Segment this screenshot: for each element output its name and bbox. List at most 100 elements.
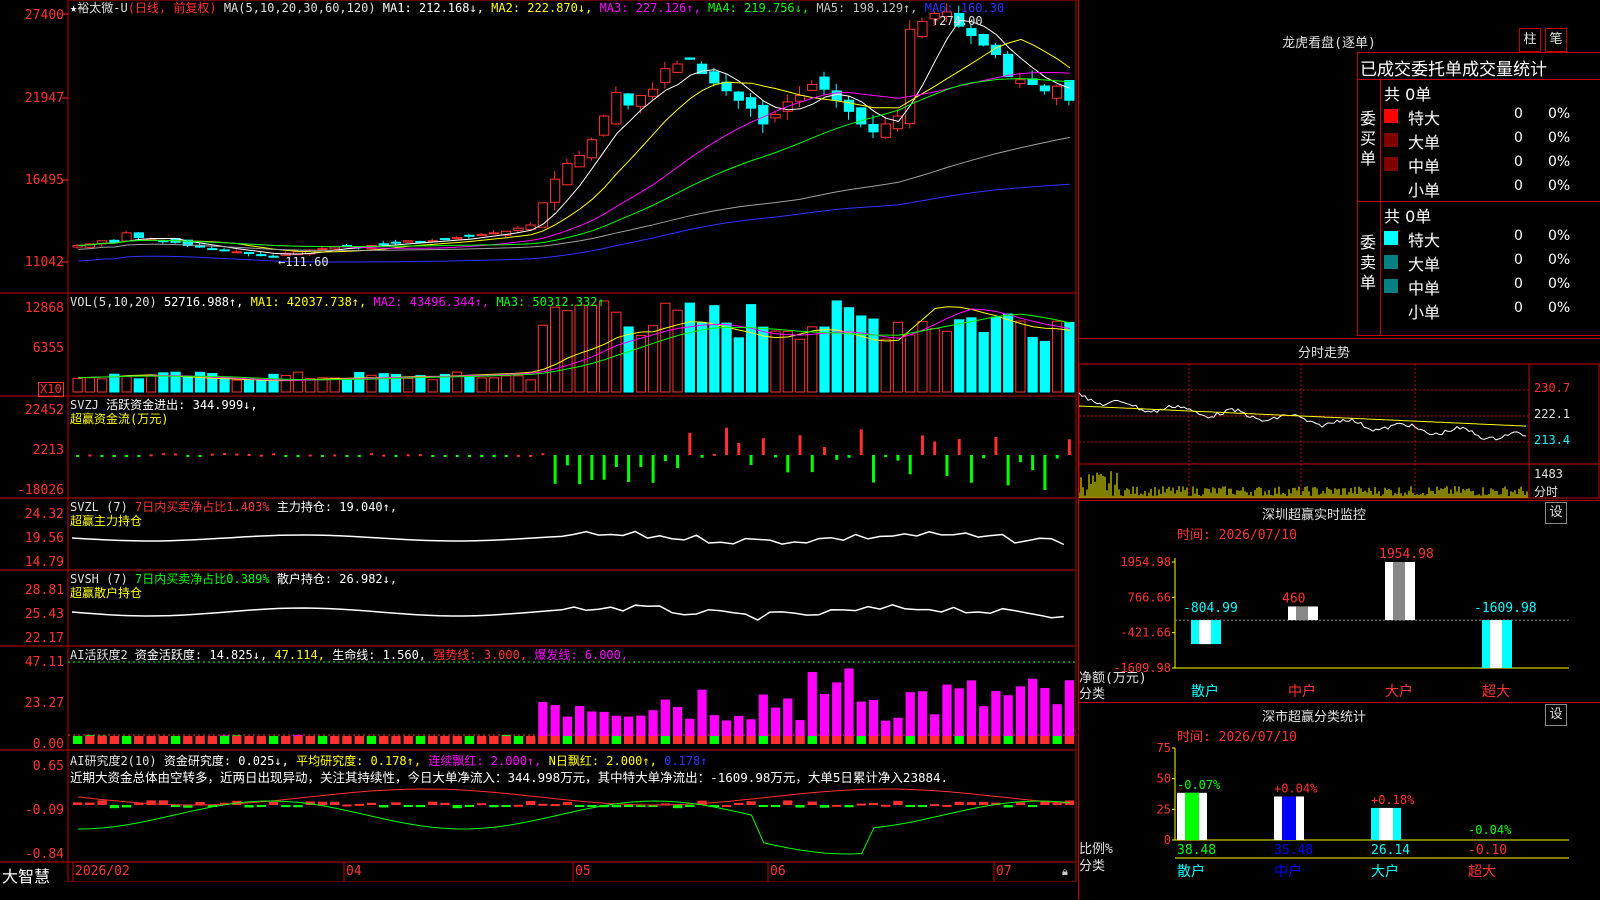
candle-body [586,139,597,159]
monitor-category: 超大 [1482,684,1510,700]
lifeline-bar [881,736,891,744]
research-bar [746,801,756,805]
fund-flow-bar [957,439,961,455]
ai-research-comment: 近期大资金总体由空转多，近两日出现异动，关注其持续性，今日大单净流入：344.9… [70,771,949,785]
volume-bar [231,379,242,393]
monitor-settings-button[interactable]: 设 [1545,502,1567,524]
fund-flow-bar [345,455,349,457]
lifeline-bar [146,736,156,744]
candle-body [770,113,781,119]
research-bar [244,805,254,808]
lock-icon[interactable]: 🔒︎ [1062,865,1068,879]
xaxis-label: 05 [575,864,591,879]
candle-body [329,246,340,250]
tab-column[interactable]: 柱 [1519,28,1541,52]
candle-body [537,202,549,228]
lifeline-bar [746,736,756,744]
research-bar [293,805,303,808]
class-pct-label: -0.10 [1468,843,1507,858]
research-bar [73,802,83,805]
fund-flow-bar [884,455,888,457]
lifeline-bar [844,736,854,744]
order-row-pct: 0% [1548,252,1571,268]
monitor-value-label: 1954.98 [1379,547,1434,562]
order-color-swatch [1384,133,1398,147]
fund-flow-bar [357,455,361,457]
lifeline-bar [795,736,805,744]
research-bar [954,801,964,805]
ma6-value: MA6: 160.30 [924,1,1005,15]
order-row-pct: 0% [1548,154,1571,170]
stock-name[interactable]: 裕太微-U [77,1,127,15]
retail-hold-line [71,604,1064,621]
monitor-value-label: -1609.98 [1474,601,1537,616]
svzl-subtitle: 超赢主力持仓 [70,514,143,528]
monitor-category: 大户 [1385,683,1413,700]
period-label[interactable]: (日线, 前复权) [128,1,217,15]
research-bar [930,804,940,807]
ma4-value: MA4: 219.756↓, [707,1,810,15]
price-ytick: 16495 [24,173,64,188]
research-bar [562,802,572,805]
candle-body [598,115,610,136]
class-stats-chart: 75 50 25 0 -0.07% 38.48 散户 +0.04% 35.48 中户 +0.18% 2… [1157,741,1569,880]
ai-active-ytick: 47.11 [24,655,64,670]
xaxis-label: 06 [770,864,786,879]
candle-body [1003,53,1014,78]
research-bar [623,805,634,807]
fund-flow-bar [786,455,790,473]
candle-body [378,243,389,246]
fund-flow-bar [406,454,410,457]
activity-bar [954,688,964,744]
volume-bar [856,315,867,393]
order-row: 大单 0 0% [1384,129,1600,152]
lifeline-bar [526,736,536,744]
research-bar [109,805,119,809]
research-bar [477,803,487,806]
fund-flow-bar [382,454,386,457]
research-bar [575,805,585,807]
candle-body [660,68,671,83]
intraday-chart[interactable] [1079,362,1600,500]
class-settings-button[interactable]: 设 [1545,704,1567,726]
research-bar [587,805,597,807]
volume-bar [464,374,475,393]
research-bar [979,801,989,805]
class-category: 中户 [1274,863,1302,880]
lifeline-bar [121,736,132,744]
tab-tick[interactable]: 笔 [1545,28,1567,52]
research-bar [819,805,830,808]
ai-research-header: AI研究度2(10) 资金研究度: 0.025↓, 平均研究度: 0.178↑,… [70,754,708,768]
class-xlabel: 分类 [1079,859,1106,874]
volume-bar [696,322,708,393]
candle-body [868,123,879,133]
candle-body [574,155,585,168]
fund-flow-bar [565,455,569,466]
monitor-ytick: -421.66 [1120,626,1171,640]
fund-flow-bar [504,455,508,457]
fund-flow-bar [125,455,129,457]
svzj-ytick: 2213 [32,443,64,458]
order-row: 特大 0 0% [1384,105,1600,128]
candle-body [721,81,732,92]
research-bar [1003,805,1013,808]
fund-flow-bar [590,455,594,480]
candle-body [758,104,769,125]
class-pct-label: 26.14 [1371,843,1410,858]
fund-flow-bar [810,455,814,473]
volume-bar [427,379,438,393]
fund-flow-bar [137,455,141,457]
research-bar [734,802,744,805]
order-row-pct: 0% [1548,228,1571,244]
research-line [78,800,1070,855]
research-bar [281,805,291,808]
volume-bar [96,378,108,393]
volume-bar [488,377,500,393]
research-bar [868,803,879,806]
price-panel-header: ★裕太微-U(日线, 前复权) MA(5,10,20,30,60,120) MA… [70,1,1074,15]
volume-bar [905,334,916,393]
main-chart-area[interactable] [0,0,1078,882]
fund-flow-bar [259,454,263,457]
research-bar [256,805,266,807]
class-ytick: 50 [1157,772,1171,786]
